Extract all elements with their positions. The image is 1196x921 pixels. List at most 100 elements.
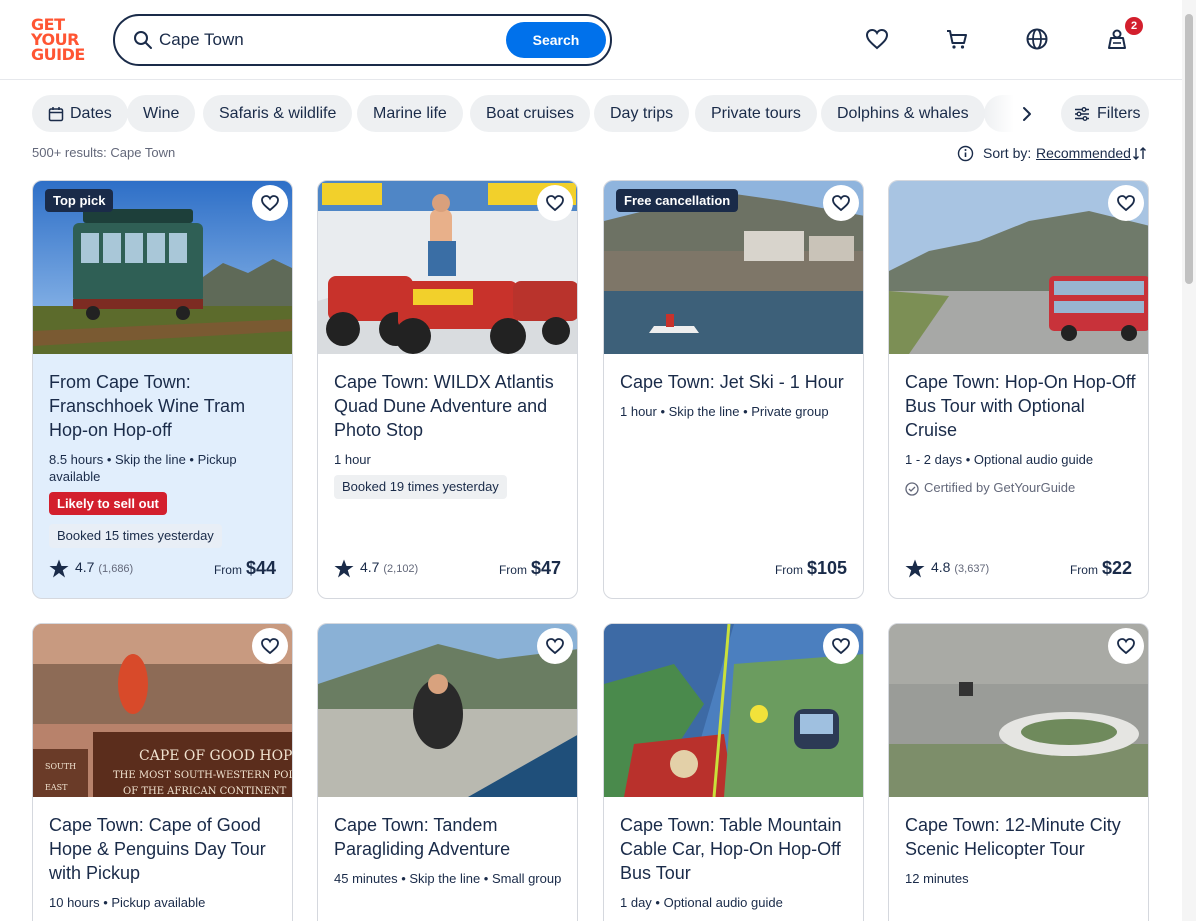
check-badge-icon — [905, 481, 919, 496]
wishlist-button[interactable] — [823, 628, 859, 664]
activity-card[interactable]: Cape Town: WILDX Atlantis Quad Dune Adve… — [317, 180, 578, 599]
heart-icon — [832, 638, 850, 655]
sell-out-badge: Likely to sell out — [49, 492, 167, 515]
cart-icon[interactable] — [944, 26, 970, 52]
booked-badge: Booked 15 times yesterday — [49, 524, 222, 548]
price-from-label: From — [498, 563, 527, 577]
activity-card[interactable]: Cape Town: Table Mountain Cable Car, Hop… — [603, 623, 864, 921]
calendar-icon — [48, 106, 64, 122]
card-meta: 1 hour • Skip the line • Private group — [620, 404, 829, 419]
price: From $47 — [499, 558, 561, 579]
rating: 4.7 (1,686) — [49, 559, 133, 578]
filters-label: Filters — [1097, 105, 1141, 122]
card-title[interactable]: Cape Town: 12-Minute City Scenic Helicop… — [905, 813, 1137, 861]
card-title[interactable]: Cape Town: Table Mountain Cable Car, Hop… — [620, 813, 852, 885]
certified-label: Certified by GetYourGuide — [905, 480, 1075, 496]
star-icon — [905, 559, 925, 578]
rating-value: 4.8 — [931, 559, 951, 576]
notification-badge: 2 — [1125, 17, 1143, 35]
results-count: 500+ results: Cape Town — [32, 145, 176, 160]
card-title[interactable]: Cape Town: Tandem Paragliding Adventure — [334, 813, 566, 861]
review-count: (1,686) — [98, 563, 134, 576]
card-title[interactable]: Cape Town: Hop-On Hop-Off Bus Tour with … — [905, 370, 1137, 442]
heart-icon — [546, 195, 564, 212]
sort-arrows-icon[interactable] — [1131, 145, 1148, 162]
card-title[interactable]: From Cape Town: Franschhoek Wine Tram Ho… — [49, 370, 281, 442]
chip-dolphins-whales[interactable]: Dolphins & whales — [821, 95, 985, 132]
wishlist-button[interactable] — [252, 185, 288, 221]
review-count: (3,637) — [954, 563, 990, 576]
activity-card[interactable]: Free cancellation Cape Town: Jet Ski - 1… — [603, 180, 864, 599]
card-meta: 10 hours • Pickup available — [49, 895, 206, 910]
card-meta: 1 day • Optional audio guide — [620, 895, 783, 910]
sign-side-1: SOUTH — [45, 762, 76, 771]
chip-safaris[interactable]: Safaris & wildlife — [203, 95, 353, 132]
chip-label: Private tours — [711, 105, 801, 122]
search-bar: Search — [113, 14, 612, 66]
price: From $44 — [214, 558, 276, 579]
heart-icon[interactable] — [864, 26, 890, 52]
wishlist-button[interactable] — [537, 628, 573, 664]
activity-card[interactable]: Top pick From Cape Town: Franschhoek Win… — [32, 180, 293, 599]
globe-icon[interactable] — [1024, 26, 1050, 52]
card-title[interactable]: Cape Town: WILDX Atlantis Quad Dune Adve… — [334, 370, 566, 442]
card-title[interactable]: Cape Town: Cape of Good Hope & Penguins … — [49, 813, 281, 885]
sliders-icon — [1075, 107, 1089, 121]
activity-card[interactable]: Cape Town: Tandem Paragliding Adventure … — [317, 623, 578, 921]
card-meta: 1 hour — [334, 452, 371, 467]
activity-card[interactable]: CAPE OF GOOD HOPE THE MOST SOUTH-WESTERN… — [32, 623, 293, 921]
card-meta: 12 minutes — [905, 871, 969, 886]
wishlist-button[interactable] — [1108, 628, 1144, 664]
chip-wine[interactable]: Wine — [127, 95, 196, 132]
chip-label: Dolphins & whales — [837, 105, 969, 122]
search-button[interactable]: Search — [506, 22, 606, 58]
card-title[interactable]: Cape Town: Jet Ski - 1 Hour — [620, 370, 852, 394]
page-scrollbar[interactable] — [1182, 0, 1196, 921]
heart-icon — [1117, 195, 1135, 212]
top-header: GET YOUR GUIDE Search 2 — [0, 0, 1182, 80]
getyourguide-logo[interactable]: GET YOUR GUIDE — [31, 17, 89, 63]
wishlist-button[interactable] — [537, 185, 573, 221]
chip-marine-life[interactable]: Marine life — [357, 95, 463, 132]
top-pick-tag: Top pick — [45, 189, 114, 212]
price-value: $44 — [245, 558, 276, 578]
chip-private-tours[interactable]: Private tours — [695, 95, 817, 132]
chip-day-trips[interactable]: Day trips — [594, 95, 690, 132]
search-icon — [134, 31, 152, 49]
sort-dropdown[interactable]: Recommended — [1036, 145, 1131, 161]
rating: 4.7 (2,102) — [334, 559, 418, 578]
chip-label: Boat cruises — [486, 105, 575, 122]
sign-side-2: EAST — [45, 783, 68, 792]
activity-card[interactable]: Cape Town: 12-Minute City Scenic Helicop… — [888, 623, 1149, 921]
chevron-right-icon[interactable] — [1014, 101, 1040, 127]
price-from-label: From — [1069, 563, 1098, 577]
wishlist-button[interactable] — [823, 185, 859, 221]
rating: 4.8 (3,637) — [905, 559, 989, 578]
heart-icon — [546, 638, 564, 655]
card-meta: 8.5 hours • Skip the line • Pickup avail… — [49, 452, 237, 484]
rating-value: 4.7 — [75, 559, 95, 576]
wishlist-button[interactable] — [252, 628, 288, 664]
chip-dates[interactable]: Dates — [32, 95, 128, 132]
activity-card[interactable]: Cape Town: Hop-On Hop-Off Bus Tour with … — [888, 180, 1149, 599]
heart-icon — [261, 638, 279, 655]
price-from-label: From — [213, 563, 242, 577]
rating-value: 4.7 — [360, 559, 380, 576]
filters-button[interactable]: Filters — [1061, 95, 1149, 132]
heart-icon — [1117, 638, 1135, 655]
heart-icon — [261, 195, 279, 212]
chip-boat-cruises[interactable]: Boat cruises — [470, 95, 591, 132]
card-meta: 1 - 2 days • Optional audio guide — [905, 452, 1094, 467]
info-icon[interactable] — [957, 145, 974, 162]
star-icon — [334, 559, 354, 578]
wishlist-button[interactable] — [1108, 185, 1144, 221]
scroll-thumb[interactable] — [1185, 14, 1193, 284]
star-icon — [49, 559, 69, 578]
chips-fade — [984, 95, 1014, 132]
chip-label: Wine — [143, 105, 180, 122]
card-meta: 45 minutes • Skip the line • Small group — [334, 871, 562, 886]
review-count: (2,102) — [383, 563, 419, 576]
search-input[interactable] — [159, 26, 499, 54]
sign-line-1: CAPE OF GOOD HOPE — [139, 748, 292, 764]
sign-line-2: THE MOST SOUTH-WESTERN POINT — [113, 770, 292, 781]
